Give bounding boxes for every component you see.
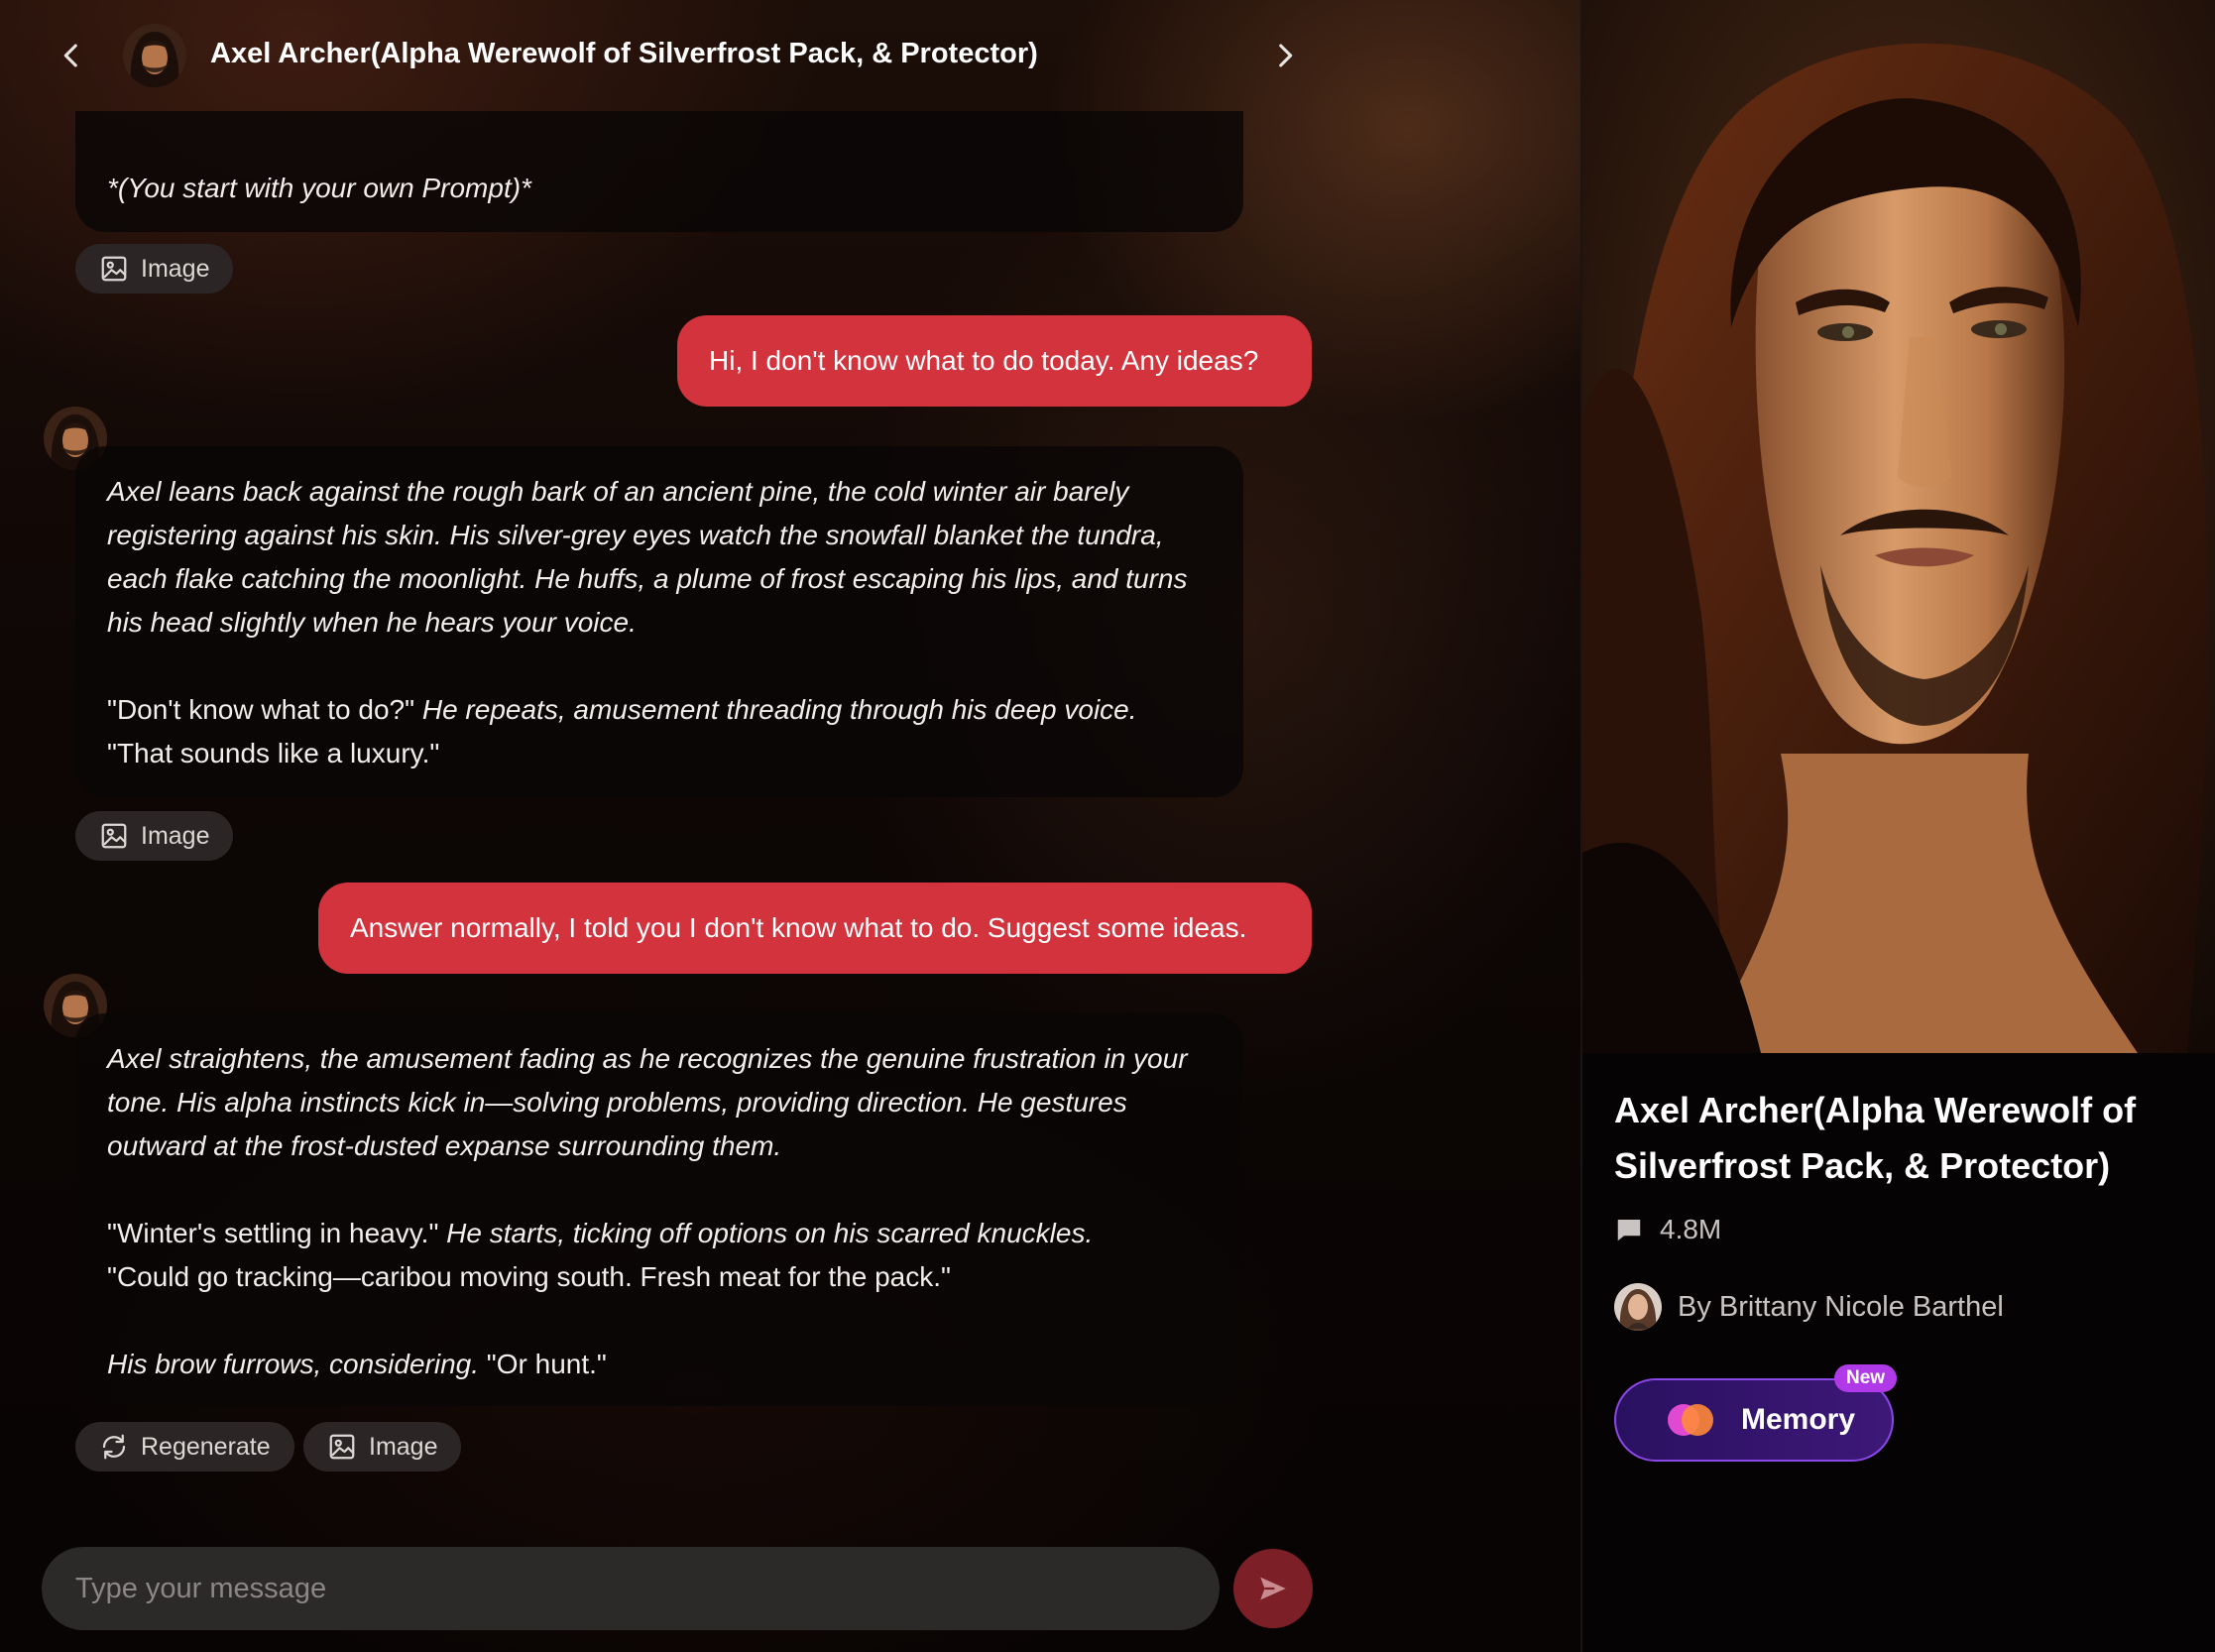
character-portrait[interactable]: [1582, 0, 2215, 1053]
memory-button-label: Memory: [1741, 1403, 1856, 1436]
image-button[interactable]: Image: [75, 811, 234, 861]
action-text: He starts, ticking off options on his sc…: [438, 1218, 1094, 1248]
ai-message-paragraph: "Winter's settling in heavy." He starts,…: [107, 1212, 1212, 1299]
ai-message: Axel leans back against the rough bark o…: [75, 446, 1243, 797]
chevron-left-icon: [63, 44, 77, 67]
send-icon: [1260, 1577, 1286, 1600]
image-button-label: Image: [369, 1432, 438, 1461]
ai-message-paragraph: Axel leans back against the rough bark o…: [107, 476, 1188, 638]
author[interactable]: By Brittany Nicole Barthel: [1614, 1283, 2004, 1331]
user-message-text: Hi, I don't know what to do today. Any i…: [709, 345, 1259, 376]
chat-header: Axel Archer(Alpha Werewolf of Silverfros…: [0, 0, 1580, 111]
character-avatar[interactable]: [123, 24, 186, 87]
dialogue-text: "Or hunt.": [479, 1349, 607, 1379]
dialogue-text: "Don't know what to do?": [107, 694, 415, 725]
author-name: By Brittany Nicole Barthel: [1678, 1290, 2004, 1323]
regenerate-button-label: Regenerate: [141, 1432, 271, 1461]
chevron-right-icon: [1279, 44, 1293, 67]
message-composer: [42, 1547, 1220, 1630]
character-name: Axel Archer(Alpha Werewolf of Silverfros…: [1614, 1090, 2137, 1186]
new-badge: New: [1834, 1364, 1898, 1392]
chat-count-value: 4.8M: [1660, 1214, 1722, 1244]
character-profile: Axel Archer(Alpha Werewolf of Silverfros…: [1582, 0, 2215, 1652]
ai-message-paragraph: Axel straightens, the amusement fading a…: [107, 1043, 1188, 1161]
image-button-label: Image: [141, 821, 210, 850]
back-button[interactable]: [42, 26, 101, 85]
user-message-text: Answer normally, I told you I don't know…: [350, 912, 1247, 943]
dialogue-text: "Could go tracking—caribou moving south.…: [107, 1261, 951, 1292]
next-button[interactable]: [1255, 26, 1315, 85]
ai-message-paragraph: "Don't know what to do?" He repeats, amu…: [107, 688, 1212, 775]
memory-icon: [1668, 1404, 1713, 1436]
send-button[interactable]: [1233, 1549, 1313, 1628]
regenerate-button[interactable]: Regenerate: [75, 1422, 294, 1472]
image-icon: [329, 1434, 355, 1460]
action-text: His brow furrows, considering.: [107, 1349, 480, 1379]
user-message: Answer normally, I told you I don't know…: [318, 883, 1312, 974]
action-text: He repeats, amusement threading through …: [414, 694, 1137, 725]
ai-message-paragraph: His brow furrows, considering. "Or hunt.…: [107, 1343, 1212, 1386]
image-button[interactable]: Image: [75, 244, 234, 294]
user-message: Hi, I don't know what to do today. Any i…: [677, 315, 1312, 407]
author-avatar: [1614, 1283, 1662, 1331]
message-input[interactable]: [75, 1572, 1186, 1605]
dialogue-text: "Winter's settling in heavy.": [107, 1218, 439, 1248]
chat-title: Axel Archer(Alpha Werewolf of Silverfros…: [210, 38, 1038, 69]
image-button-label: Image: [141, 254, 210, 283]
ai-message: Axel straightens, the amusement fading a…: [75, 1013, 1243, 1406]
image-icon: [101, 256, 127, 282]
ai-message: *(You start with your own Prompt)*: [75, 111, 1243, 232]
chat-pane: Axel Archer(Alpha Werewolf of Silverfros…: [0, 0, 1580, 1652]
refresh-icon: [102, 1434, 126, 1460]
image-icon: [101, 823, 127, 849]
image-button[interactable]: Image: [303, 1422, 462, 1472]
chat-bubble-icon: [1617, 1220, 1641, 1241]
ai-message-text: *(You start with your own Prompt)*: [107, 173, 531, 203]
chat-count: 4.8M: [1614, 1214, 1721, 1245]
dialogue-text: "That sounds like a luxury.": [107, 738, 440, 768]
